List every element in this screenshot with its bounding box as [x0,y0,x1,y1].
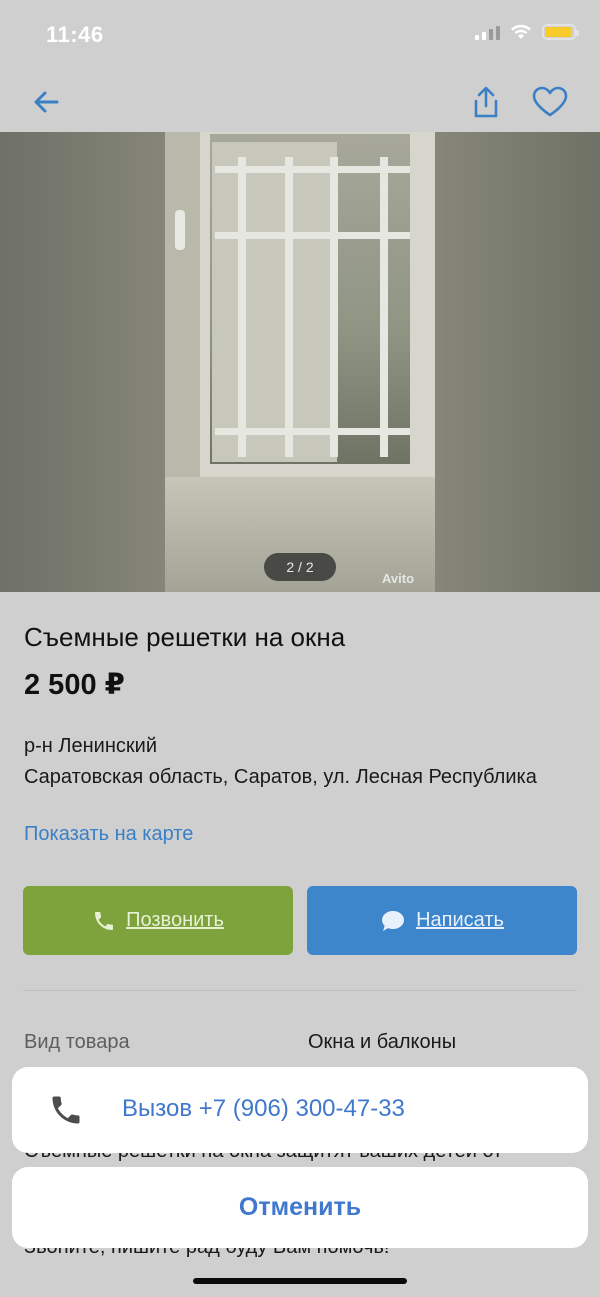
call-phone-label: Вызов +7 (906) 300-47-33 [122,1095,405,1122]
phone-icon [52,1096,80,1124]
status-time: 11:46 [46,22,104,47]
back-arrow-icon [34,91,59,113]
photo-counter: 2 / 2 [264,553,336,581]
divider [23,990,577,991]
battery-icon [542,24,579,40]
wifi-icon [511,24,531,39]
listing-price: 2 500 ₽ [24,669,125,701]
back-button[interactable] [26,82,66,122]
spec-label: Вид товара [24,1031,130,1053]
home-indicator [193,1278,407,1284]
address-street: Саратовская область, Саратов, ул. Лесная… [24,766,537,788]
share-icon [474,86,498,118]
message-button[interactable]: Написать [307,886,577,955]
signal-icon [475,24,500,40]
address-district: р-н Ленинский [24,735,157,757]
chat-bubble-icon [382,910,405,931]
favorite-button[interactable] [530,82,570,122]
listing-photo[interactable]: 2 / 2 Avito [0,132,600,592]
show-on-map-link[interactable]: Показать на карте [24,823,193,846]
window-handle [175,210,185,250]
nav-bar [0,70,600,132]
call-button[interactable]: Позвонить [23,886,293,955]
listing-title: Съемные решетки на окна [24,622,346,652]
listing-address: р-н Ленинский Саратовская область, Сарат… [24,731,564,793]
cancel-button[interactable]: Отменить [12,1167,588,1248]
heart-icon [532,86,568,117]
status-bar: 11:46 [0,0,600,70]
message-button-label: Написать [416,909,504,931]
photo-watermark: Avito [382,571,415,586]
spec-value: Окна и балконы [308,1031,457,1053]
call-button-label: Позвонить [126,909,224,931]
share-button[interactable] [466,82,506,122]
status-icons [475,24,579,40]
phone-icon [95,911,114,930]
call-phone-option[interactable]: Вызов +7 (906) 300-47-33 [12,1067,588,1153]
